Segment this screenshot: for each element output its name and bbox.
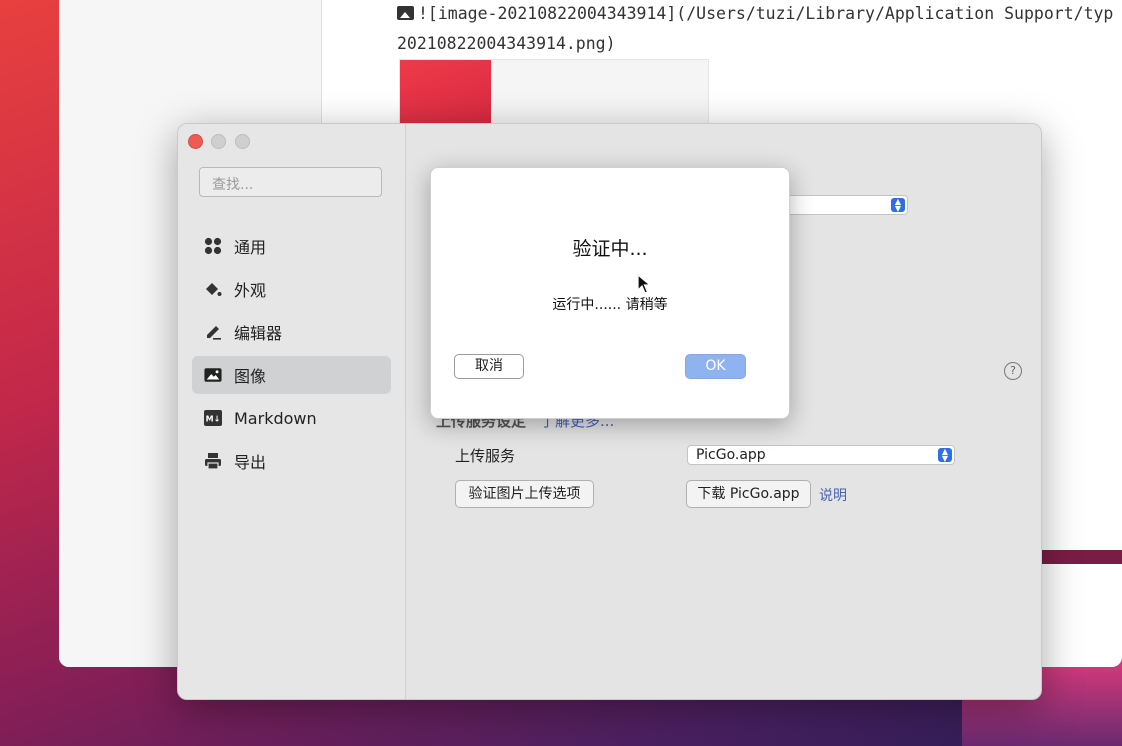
upload-service-select[interactable]: PicGo.app ▲ ▼ [687, 445, 955, 465]
image-markdown-line[interactable]: ![image-20210822004343914](/Users/tuzi/L… [397, 4, 1113, 23]
minimize-button[interactable] [211, 134, 226, 149]
grid-icon [204, 237, 222, 255]
sidebar-item-label: 外观 [234, 281, 267, 300]
upload-service-label: 上传服务 [455, 447, 516, 465]
svg-text:M↓: M↓ [206, 415, 221, 424]
mouse-cursor-icon [637, 273, 652, 298]
chevron-updown-icon: ▲ ▼ [891, 198, 905, 213]
image-insert-select[interactable]: ▲ ▼ [784, 195, 908, 215]
sidebar-item-image[interactable]: 图像 [192, 356, 391, 394]
pencil-icon [204, 323, 222, 341]
sidebar-item-label: 编辑器 [234, 324, 283, 343]
dialog-title: 验证中... [572, 238, 648, 260]
editor-band [1039, 550, 1122, 564]
image-icon [397, 6, 414, 20]
sidebar-item-export[interactable]: 导出 [192, 442, 391, 480]
image-markdown-line-continued[interactable]: 20210822004343914.png) [397, 34, 616, 53]
zoom-button[interactable] [235, 134, 250, 149]
sidebar-item-general[interactable]: 通用 [192, 227, 391, 265]
download-picgo-button[interactable]: 下载 PicGo.app [686, 480, 811, 508]
verify-dialog: 验证中... 运行中...... 请稍等 取消 OK [430, 167, 790, 419]
chevron-updown-icon: ▲ ▼ [938, 448, 952, 463]
help-icon[interactable]: ? [1004, 362, 1022, 380]
sidebar-item-label: 通用 [234, 238, 267, 257]
image-icon [204, 366, 222, 384]
upload-service-value: PicGo.app [696, 447, 766, 463]
search-input[interactable]: 查找... [199, 167, 382, 197]
dialog-message: 运行中...... 请稍等 [552, 297, 668, 313]
paint-bucket-icon [204, 280, 222, 298]
close-button[interactable] [188, 134, 203, 149]
cancel-button[interactable]: 取消 [454, 354, 524, 379]
printer-icon [204, 452, 222, 470]
verify-upload-button[interactable]: 验证图片上传选项 [455, 480, 594, 508]
help-link[interactable]: 说明 [819, 485, 847, 505]
sidebar-item-label: 图像 [234, 367, 267, 386]
sidebar-item-markdown[interactable]: M↓ Markdown [192, 399, 391, 437]
sidebar-item-label: 导出 [234, 453, 267, 472]
sidebar-item-label: Markdown [234, 408, 317, 428]
ok-button[interactable]: OK [685, 354, 746, 379]
markdown-icon: M↓ [204, 409, 222, 427]
sidebar-item-editor[interactable]: 编辑器 [192, 313, 391, 351]
sidebar-item-appearance[interactable]: 外观 [192, 270, 391, 308]
preferences-sidebar: 查找... 通用 外观 编辑器 图像 M↓ Markdown 导出 [178, 124, 406, 699]
